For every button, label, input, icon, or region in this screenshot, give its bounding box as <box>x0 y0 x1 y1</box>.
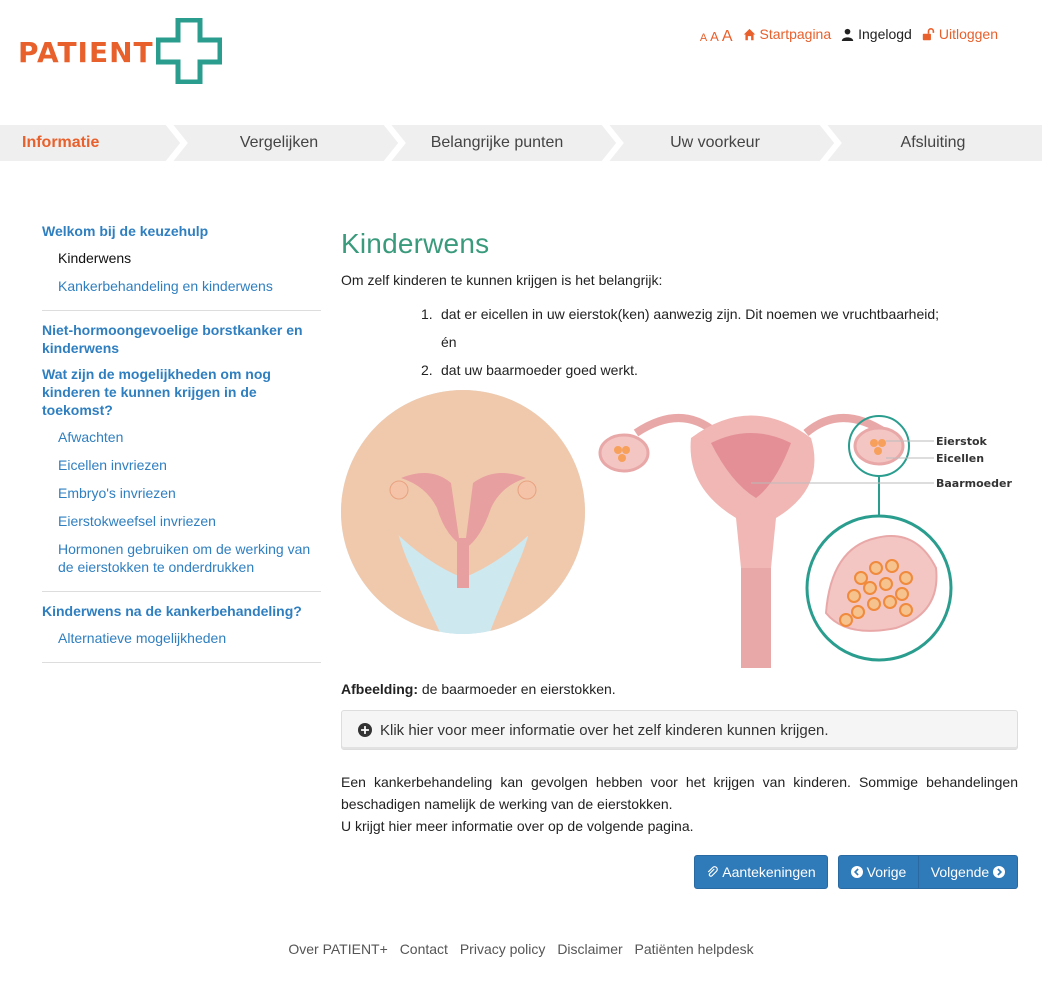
sidebar-nav: Welkom bij de keuzehulp Kinderwens Kanke… <box>42 222 321 673</box>
list-text: dat er eicellen in uw eierstok(ken) aanw… <box>441 306 940 322</box>
footer: Over PATIENT+ Contact Privacy policy Dis… <box>0 941 1042 957</box>
user-icon <box>841 28 854 41</box>
arrow-left-circle-icon <box>850 866 863 878</box>
sidebar-item-kinderwens[interactable]: Kinderwens <box>42 244 321 272</box>
step-belangrijke-punten[interactable]: Belangrijke punten <box>402 125 592 161</box>
progress-steps: Informatie Vergelijken Belangrijke punte… <box>0 125 1042 161</box>
footer-link-privacy[interactable]: Privacy policy <box>460 941 546 957</box>
footer-link-disclaimer[interactable]: Disclaimer <box>557 941 622 957</box>
list-number: 2. <box>421 362 433 378</box>
page-title: Kinderwens <box>341 228 490 259</box>
sidebar-heading-na-behandeling[interactable]: Kinderwens na de kankerbehandeling? <box>42 602 321 620</box>
collapse-label: Klik hier voor meer informatie over het … <box>380 721 829 739</box>
footer-link-contact[interactable]: Contact <box>400 941 448 957</box>
font-size-large[interactable]: A <box>722 28 733 46</box>
main-content: Kinderwens Om zelf kinderen te kunnen kr… <box>341 228 1018 889</box>
paperclip-icon <box>708 866 719 877</box>
next-button-label: Volgende <box>930 864 990 880</box>
body-paragraph: Een kankerbehandeling kan gevolgen hebbe… <box>341 771 1018 837</box>
label-baarmoeder: Baarmoeder <box>936 477 1012 490</box>
list-text: én <box>441 334 457 350</box>
footer-link-helpdesk[interactable]: Patiënten helpdesk <box>635 941 754 957</box>
home-icon <box>743 28 755 40</box>
label-eierstok: Eierstok <box>936 435 988 448</box>
sidebar-group-welkom: Welkom bij de keuzehulp Kinderwens Kanke… <box>42 222 321 311</box>
sidebar-item-eicellen-invriezen[interactable]: Eicellen invriezen <box>42 451 321 479</box>
label-eicellen: Eicellen <box>936 452 984 465</box>
sidebar-item-embryos-invriezen[interactable]: Embryo's invriezen <box>42 479 321 507</box>
image-caption: Afbeelding: de baarmoeder en eierstokken… <box>341 681 616 697</box>
sidebar-group-na-behandeling: Kinderwens na de kankerbehandeling? Alte… <box>42 602 321 663</box>
logged-in-label: Ingelogd <box>858 26 912 42</box>
next-button[interactable]: Volgende <box>918 855 1018 889</box>
logo-cross-icon <box>156 18 222 84</box>
intro-text: Om zelf kinderen te kunnen krijgen is he… <box>341 272 663 288</box>
list-item: 2. dat uw baarmoeder goed werkt. <box>421 360 1018 380</box>
requirements-list: 1. dat er eicellen in uw eierstok(ken) a… <box>341 304 1018 380</box>
step-uw-voorkeur[interactable]: Uw voorkeur <box>620 125 810 161</box>
sidebar-heading-welkom[interactable]: Welkom bij de keuzehulp <box>42 222 321 240</box>
font-size-controls: A A A <box>700 28 733 46</box>
sidebar-heading-mogelijkheden[interactable]: Wat zijn de mogelijkheden om nog kindere… <box>42 365 321 419</box>
sidebar-item-alternatieve[interactable]: Alternatieve mogelijkheden <box>42 624 321 652</box>
more-info-collapse[interactable]: Klik hier voor meer informatie over het … <box>341 710 1018 750</box>
footer-link-over[interactable]: Over PATIENT+ <box>288 941 387 957</box>
logged-in-status: Ingelogd <box>841 26 912 42</box>
sidebar-item-kankerbehandeling[interactable]: Kankerbehandeling en kinderwens <box>42 272 321 300</box>
paragraph-line-2: U krijgt hier meer informatie over op de… <box>341 818 694 834</box>
plus-circle-icon <box>358 723 372 737</box>
list-number <box>421 332 435 352</box>
step-informatie[interactable]: Informatie <box>22 125 162 161</box>
unlock-icon <box>922 27 935 40</box>
caption-text: de baarmoeder en eierstokken. <box>418 681 616 697</box>
step-afsluiting[interactable]: Afsluiting <box>838 125 1028 161</box>
arrow-right-circle-icon <box>993 866 1006 878</box>
sidebar-heading-niet-hormoon[interactable]: Niet-hormoongevoelige borstkanker en kin… <box>42 321 321 357</box>
top-bar: A A A Startpagina Ingelogd Uitloggen <box>700 26 998 46</box>
sidebar-item-eierstokweefsel[interactable]: Eierstokweefsel invriezen <box>42 507 321 535</box>
notes-button[interactable]: Aantekeningen <box>694 855 828 889</box>
home-link[interactable]: Startpagina <box>743 26 832 42</box>
logout-link[interactable]: Uitloggen <box>922 26 998 42</box>
previous-button[interactable]: Vorige <box>838 855 919 889</box>
logo[interactable]: PATIENT <box>18 18 224 84</box>
list-item: 1. dat er eicellen in uw eierstok(ken) a… <box>421 304 1018 324</box>
step-vergelijken[interactable]: Vergelijken <box>184 125 374 161</box>
logo-text: PATIENT <box>18 36 154 69</box>
previous-button-label: Vorige <box>866 864 907 880</box>
uterus-ovaries-illustration: Eierstok Eicellen Baarmoeder <box>341 390 1012 668</box>
list-item: én <box>421 332 1018 352</box>
list-text: dat uw baarmoeder goed werkt. <box>441 362 638 378</box>
home-link-label: Startpagina <box>759 26 832 42</box>
caption-label: Afbeelding: <box>341 681 418 697</box>
font-size-medium[interactable]: A <box>710 29 719 44</box>
sidebar-item-afwachten[interactable]: Afwachten <box>42 423 321 451</box>
notes-button-label: Aantekeningen <box>722 864 816 880</box>
list-number: 1. <box>421 306 433 322</box>
sidebar-group-niet-hormoon: Niet-hormoongevoelige borstkanker en kin… <box>42 321 321 357</box>
paragraph-line-1: Een kankerbehandeling kan gevolgen hebbe… <box>341 774 1018 812</box>
sidebar-item-hormonen[interactable]: Hormonen gebruiken om de werking van de … <box>42 535 321 581</box>
logout-label: Uitloggen <box>938 26 998 42</box>
sidebar-group-mogelijkheden: Wat zijn de mogelijkheden om nog kindere… <box>42 365 321 592</box>
font-size-small[interactable]: A <box>700 32 707 44</box>
